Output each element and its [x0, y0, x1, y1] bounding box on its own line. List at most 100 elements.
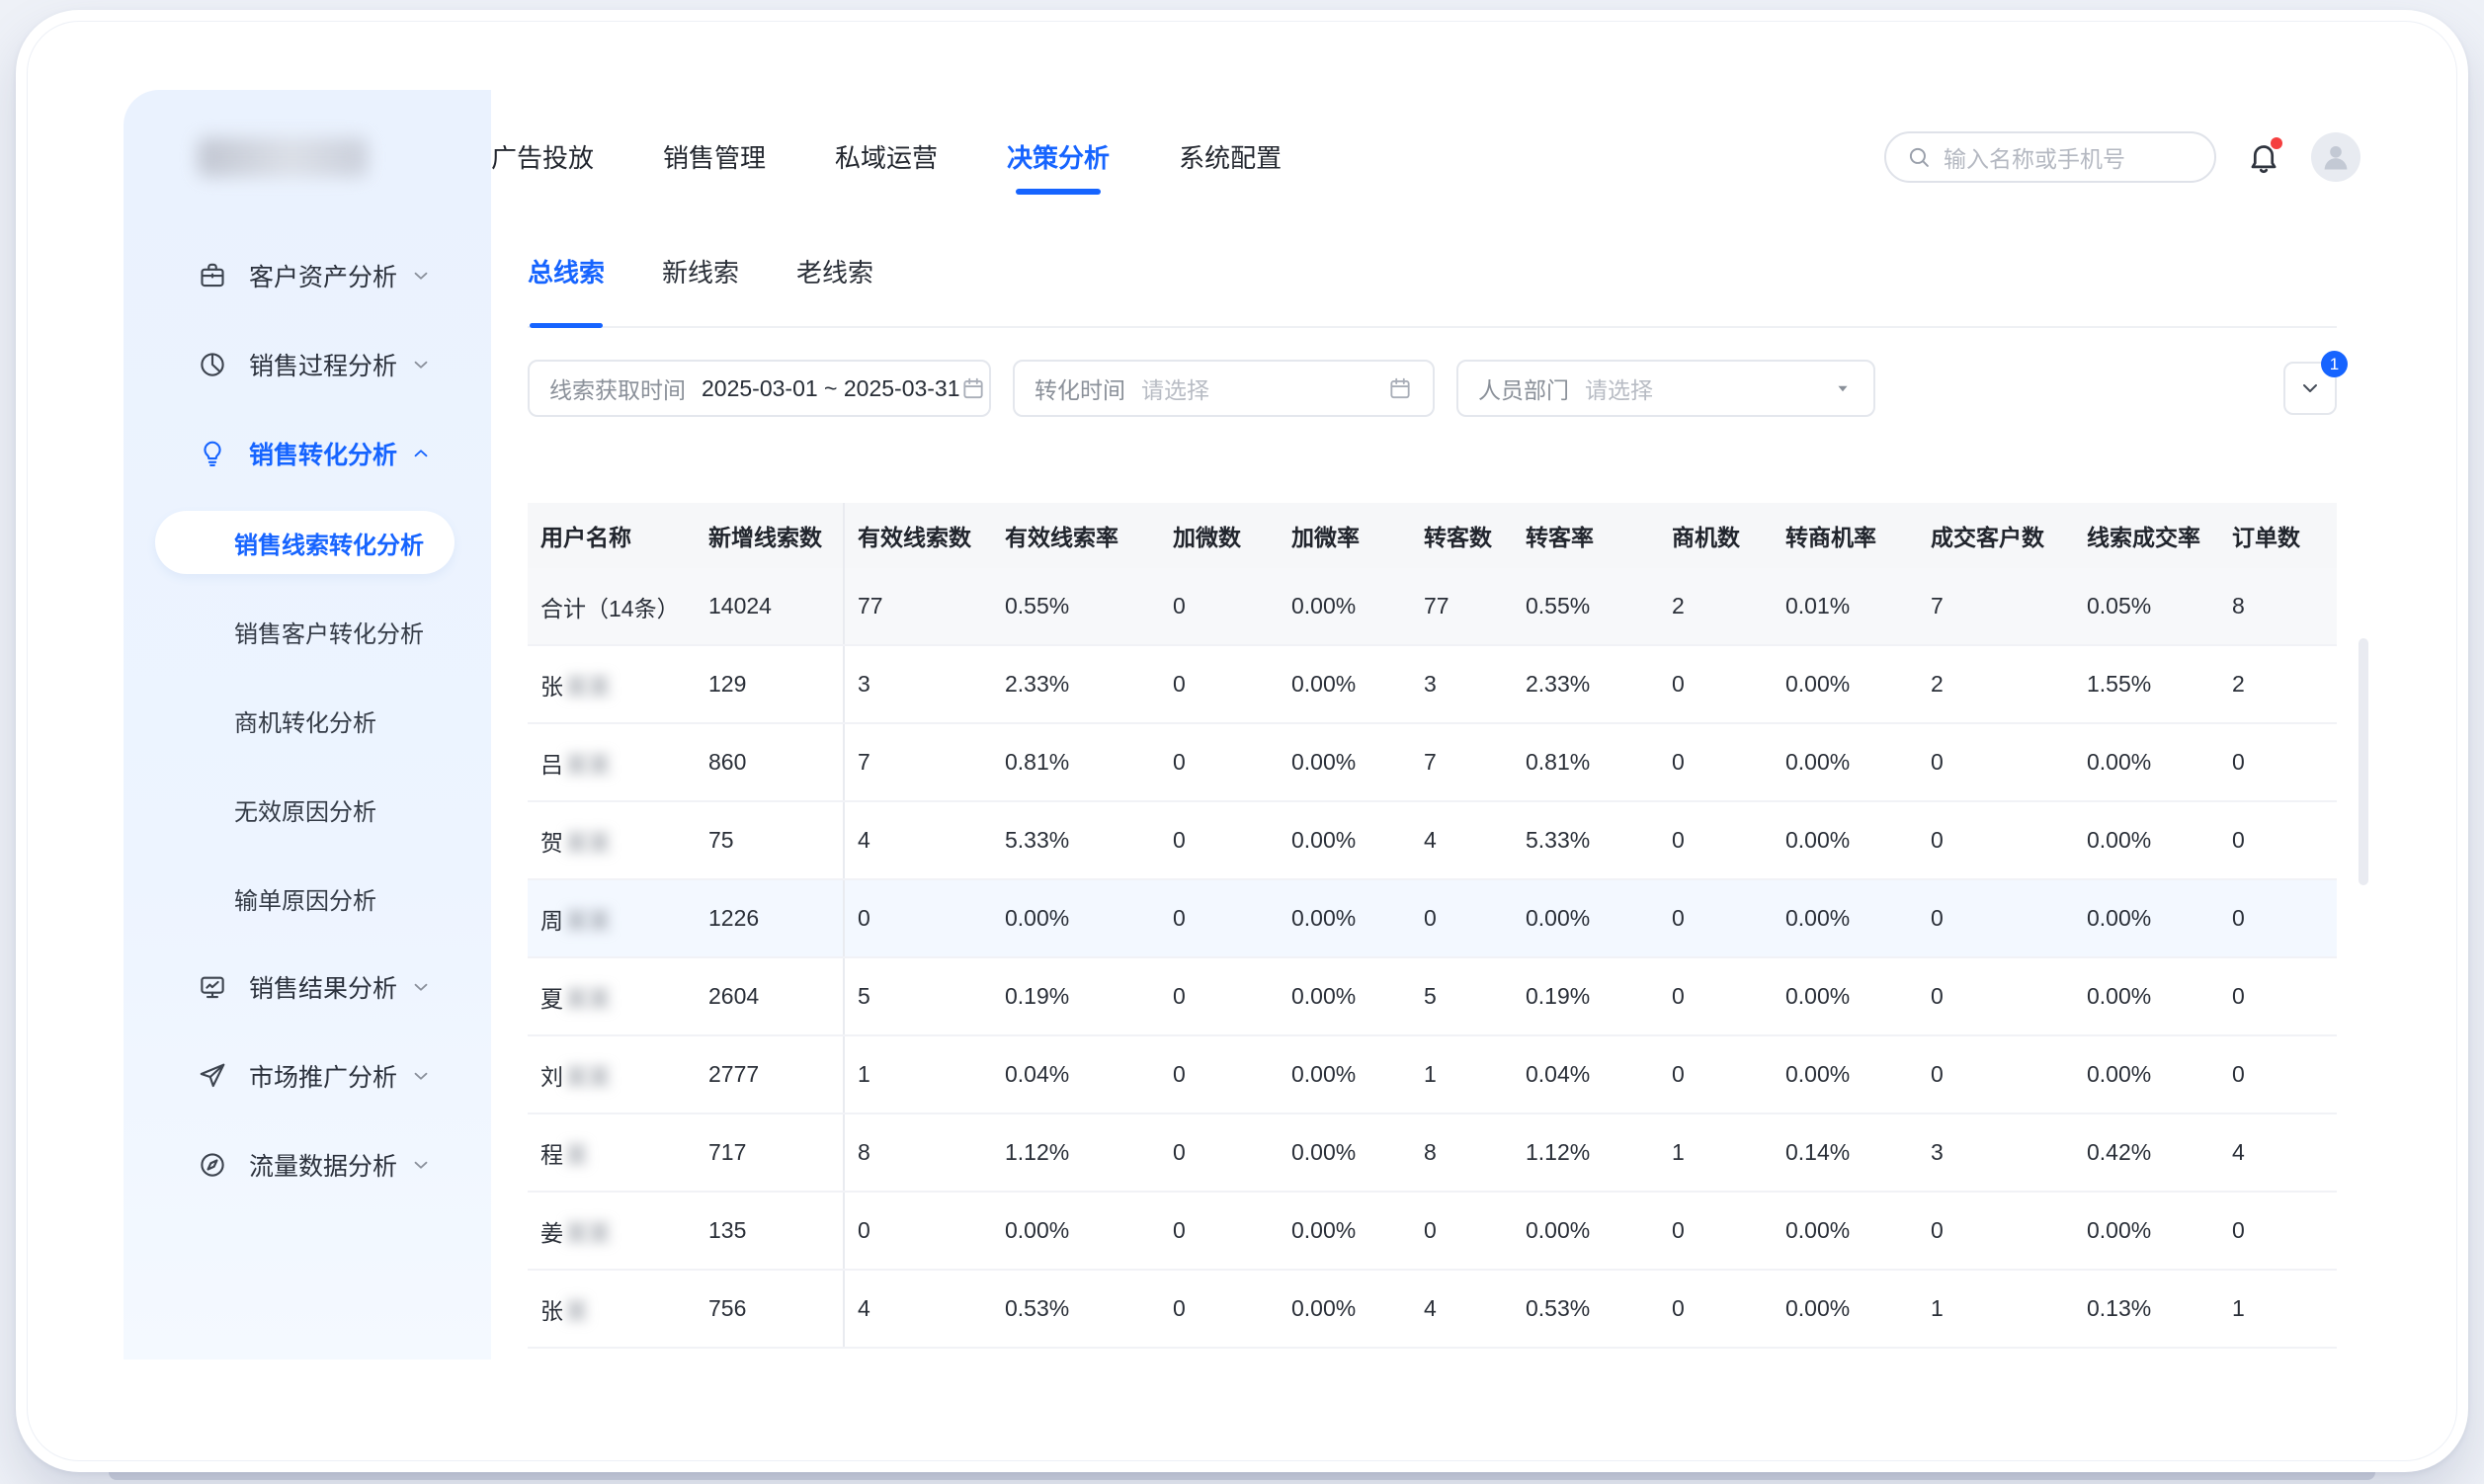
metric-cell: 0.00%: [1773, 879, 1918, 957]
column-header-10: 转商机率: [1773, 503, 1918, 568]
table-row[interactable]: 张某75640.53%00.00%40.53%00.00%10.13%1: [528, 1270, 2337, 1348]
filter-department[interactable]: 人员部门 请选择: [1456, 360, 1875, 417]
user-name-blurred: 某某: [565, 1064, 611, 1090]
table-row[interactable]: 贺某某7545.33%00.00%45.33%00.00%00.00%0: [528, 801, 2337, 879]
metric-cell: 0.13%: [2074, 1270, 2219, 1348]
sidebar-item-1[interactable]: 客户资产分析: [124, 231, 432, 320]
sidebar-item-4[interactable]: 销售结果分析: [124, 943, 432, 1031]
filter-convert-time[interactable]: 转化时间 请选择: [1013, 360, 1435, 417]
metric-cell: 0: [2219, 957, 2337, 1035]
metric-cell: 860: [696, 723, 844, 801]
column-header-12: 线索成交率: [2074, 503, 2219, 568]
table-row[interactable]: 吕某某86070.81%00.00%70.81%00.00%00.00%0: [528, 723, 2337, 801]
filter-lead-time[interactable]: 线索获取时间 2025-03-01 ~ 2025-03-31: [528, 360, 991, 417]
metric-cell: 0.00%: [1773, 723, 1918, 801]
nav-item-4[interactable]: 决策分析: [1007, 132, 1110, 181]
metric-cell: 1: [844, 1035, 992, 1113]
metric-cell: 0.00%: [2074, 723, 2219, 801]
table-row[interactable]: 张某某12932.33%00.00%32.33%00.00%21.55%2: [528, 645, 2337, 723]
metric-cell: 0: [1918, 879, 2074, 957]
user-name-visible: 吕: [540, 752, 563, 778]
main-area: 广告投放 销售管理 私域运营 决策分析 系统配置 输入名称或手机号: [491, 90, 2376, 1360]
sidebar-subitem-3[interactable]: 商机转化分析: [124, 676, 432, 765]
metric-cell: 8: [844, 1113, 992, 1192]
table-row-total[interactable]: 合计（14条）14024770.55%00.00%770.55%20.01%70…: [528, 568, 2337, 645]
metric-cell: 0.00%: [1279, 1270, 1411, 1348]
metric-cell: 1: [1918, 1270, 2074, 1348]
user-name-cell: 吕某某: [528, 723, 696, 801]
sidebar-subitem-2[interactable]: 销售客户转化分析: [124, 587, 432, 676]
sidebar-item-6[interactable]: 流量数据分析: [124, 1120, 432, 1209]
sidebar-subitem-label: 输单原因分析: [234, 881, 376, 916]
metric-cell: 0: [1160, 879, 1279, 957]
notification-bell[interactable]: [2246, 139, 2281, 175]
nav-item-1[interactable]: 广告投放: [491, 132, 594, 181]
metric-cell: 5.33%: [1513, 801, 1659, 879]
metric-cell: 2.33%: [992, 645, 1160, 723]
caret-down-icon: [1832, 377, 1854, 399]
metric-cell: 0: [1160, 1113, 1279, 1192]
sidebar-subitem-5[interactable]: 输单原因分析: [124, 854, 432, 943]
metric-cell: 0: [1918, 957, 2074, 1035]
filter-placeholder: 请选择: [1141, 371, 1209, 405]
metric-cell: 0: [1659, 1192, 1773, 1270]
search-input[interactable]: 输入名称或手机号: [1884, 131, 2216, 183]
metric-cell: 0: [1659, 1270, 1773, 1348]
nav-item-3[interactable]: 私域运营: [835, 132, 938, 181]
table-scrollbar[interactable]: [2359, 638, 2368, 885]
calendar-icon: [1387, 375, 1413, 401]
filter-collapse-button[interactable]: 1: [2283, 362, 2337, 415]
user-name-visible: 夏: [540, 986, 563, 1012]
column-header-11: 成交客户数: [1918, 503, 2074, 568]
brand-logo-blurred: [198, 137, 368, 177]
metric-cell: 0.19%: [1513, 957, 1659, 1035]
user-avatar[interactable]: [2311, 132, 2360, 182]
nav-item-2[interactable]: 销售管理: [663, 132, 766, 181]
sidebar-item-2[interactable]: 销售过程分析: [124, 320, 432, 409]
user-name-blurred: 某某: [565, 830, 611, 856]
topbar-right: 输入名称或手机号: [1884, 131, 2360, 183]
metric-cell: 0: [844, 1192, 992, 1270]
calendar-icon: [960, 375, 986, 401]
chevron-down-icon: [410, 1154, 432, 1176]
sidebar-subitem-1[interactable]: 销售线索转化分析: [124, 498, 432, 587]
metric-cell: 0.53%: [992, 1270, 1160, 1348]
column-header-6: 加微率: [1279, 503, 1411, 568]
table-row[interactable]: 夏某某260450.19%00.00%50.19%00.00%00.00%0: [528, 957, 2337, 1035]
metric-cell: 0: [1160, 723, 1279, 801]
column-header-7: 转客数: [1411, 503, 1513, 568]
tab-1[interactable]: 总线索: [528, 253, 605, 326]
metric-cell: 0: [1659, 957, 1773, 1035]
compass-icon: [198, 1150, 227, 1180]
metric-cell: 0.00%: [1279, 801, 1411, 879]
metric-cell: 0.00%: [1773, 1192, 1918, 1270]
table-row[interactable]: 程某71781.12%00.00%81.12%10.14%30.42%4: [528, 1113, 2337, 1192]
sidebar-subitem-4[interactable]: 无效原因分析: [124, 765, 432, 854]
tab-2[interactable]: 新线索: [662, 253, 739, 326]
nav-item-5[interactable]: 系统配置: [1179, 132, 1282, 181]
metric-cell: 0: [1918, 1035, 2074, 1113]
user-name-blurred: 某某: [565, 908, 611, 934]
metric-cell: 3: [1411, 645, 1513, 723]
metric-cell: 756: [696, 1270, 844, 1348]
column-header-13: 订单数: [2219, 503, 2337, 568]
table-row[interactable]: 刘某某277710.04%00.00%10.04%00.00%00.00%0: [528, 1035, 2337, 1113]
tab-3[interactable]: 老线索: [796, 253, 873, 326]
metric-cell: 0: [1411, 1192, 1513, 1270]
table-row[interactable]: 周某某122600.00%00.00%00.00%00.00%00.00%0: [528, 879, 2337, 957]
monitor-icon: [198, 972, 227, 1002]
user-name-visible: 刘: [540, 1064, 563, 1090]
metric-cell: 1226: [696, 879, 844, 957]
filter-placeholder: 请选择: [1585, 371, 1653, 405]
sidebar-subitem-label: 销售客户转化分析: [234, 615, 424, 649]
sidebar-item-3[interactable]: 销售转化分析: [124, 409, 432, 498]
metric-cell: 135: [696, 1192, 844, 1270]
sidebar-item-5[interactable]: 市场推广分析: [124, 1031, 432, 1120]
filter-value: 2025-03-01 ~ 2025-03-31: [702, 375, 960, 402]
table-header-row: 用户名称新增线索数有效线索数有效线索率加微数加微率转客数转客率商机数转商机率成交…: [528, 503, 2337, 568]
lead-tabs: 总线索新线索老线索: [528, 223, 2337, 328]
metric-cell: 4: [844, 801, 992, 879]
chevron-down-icon: [410, 265, 432, 287]
table-row[interactable]: 姜某某13500.00%00.00%00.00%00.00%00.00%0: [528, 1192, 2337, 1270]
data-table: 用户名称新增线索数有效线索数有效线索率加微数加微率转客数转客率商机数转商机率成交…: [528, 503, 2337, 1349]
